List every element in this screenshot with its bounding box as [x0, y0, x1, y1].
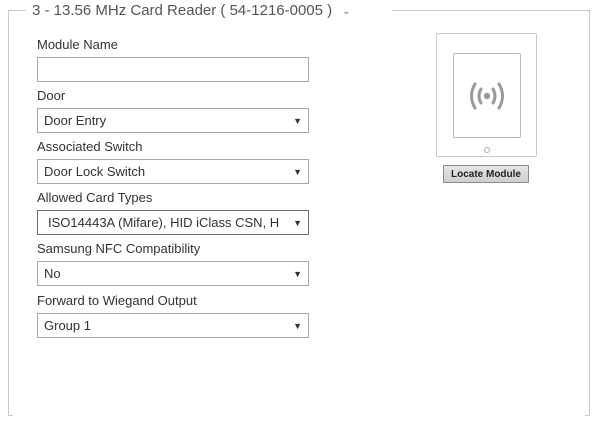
- associated-switch-select[interactable]: Door Lock Switch ▼: [37, 159, 309, 184]
- allowed-card-types-value: ISO14443A (Mifare), HID iClass CSN, H: [48, 215, 280, 230]
- door-label: Door: [37, 88, 66, 103]
- rfid-signal-icon: [470, 82, 504, 109]
- dropdown-arrow-icon: ▼: [293, 166, 302, 177]
- module-panel: 3 - 13.56 MHz Card Reader ( 54-1216-0005…: [0, 0, 601, 430]
- module-name-label: Module Name: [37, 37, 118, 52]
- frame-border-top-right: [392, 10, 590, 11]
- dropdown-arrow-icon: ▼: [293, 115, 302, 126]
- module-title: 3 - 13.56 MHz Card Reader ( 54-1216-0005…: [32, 1, 333, 19]
- module-name-input[interactable]: [37, 57, 309, 82]
- locate-module-button[interactable]: Locate Module: [443, 165, 529, 183]
- device-indicator-dot: [484, 147, 490, 153]
- frame-border-right: [589, 10, 590, 416]
- module-header[interactable]: 3 - 13.56 MHz Card Reader ( 54-1216-0005…: [32, 0, 357, 20]
- samsung-nfc-label: Samsung NFC Compatibility: [37, 241, 201, 256]
- forward-wiegand-select[interactable]: Group 1 ▼: [37, 313, 309, 338]
- forward-wiegand-label: Forward to Wiegand Output: [37, 293, 197, 308]
- dropdown-arrow-icon: ▼: [293, 320, 302, 331]
- dropdown-arrow-icon: ▼: [293, 268, 302, 279]
- allowed-card-types-label: Allowed Card Types: [37, 190, 153, 205]
- door-select[interactable]: Door Entry ▼: [37, 108, 309, 133]
- samsung-nfc-select[interactable]: No ▼: [37, 261, 309, 286]
- device-screen: [453, 53, 521, 138]
- dropdown-arrow-icon: ▼: [293, 217, 302, 228]
- associated-switch-label: Associated Switch: [37, 139, 143, 154]
- frame-border-bottom-right: [585, 415, 590, 416]
- forward-wiegand-value: Group 1: [44, 318, 91, 333]
- frame-border-bottom-left: [8, 415, 13, 416]
- module-device-preview: [436, 33, 537, 157]
- associated-switch-value: Door Lock Switch: [44, 164, 146, 179]
- frame-border-left: [8, 10, 9, 416]
- door-select-value: Door Entry: [44, 113, 107, 128]
- allowed-card-types-select[interactable]: ISO14443A (Mifare), HID iClass CSN, H ▼: [37, 210, 309, 235]
- chevron-down-icon[interactable]: ⌄: [342, 6, 350, 17]
- frame-border-top-left: [8, 10, 26, 11]
- samsung-nfc-value: No: [44, 266, 61, 281]
